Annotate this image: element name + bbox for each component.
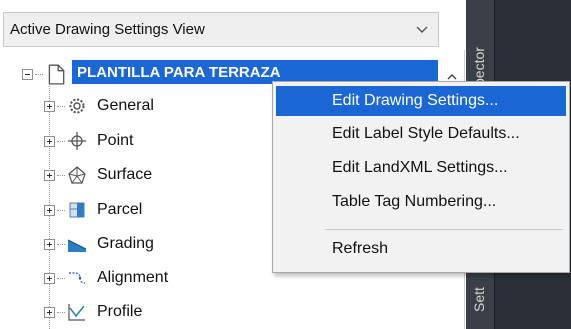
tree-item-surface[interactable]: Surface	[44, 163, 152, 187]
tree-connector	[57, 243, 65, 245]
tree-connector	[57, 277, 65, 279]
view-selector-dropdown[interactable]: Active Drawing Settings View	[3, 12, 439, 47]
tree-item-general[interactable]: General	[44, 94, 154, 118]
tree-item-alignment[interactable]: Alignment	[44, 266, 168, 290]
tree-item-parcel[interactable]: Parcel	[44, 198, 142, 222]
tree-connector	[35, 73, 43, 75]
profile-icon	[68, 304, 85, 321]
expand-toggle[interactable]	[44, 272, 55, 284]
tree-connector	[57, 174, 65, 176]
point-icon	[68, 132, 86, 150]
expand-toggle[interactable]	[44, 100, 55, 112]
expand-toggle[interactable]	[44, 204, 55, 216]
tree-item-grading[interactable]: Grading	[44, 232, 154, 256]
expand-toggle[interactable]	[44, 306, 55, 318]
tree-connector	[57, 311, 65, 313]
tree-item-label: Profile	[97, 303, 143, 320]
tree-root-row[interactable]	[22, 62, 67, 86]
tab-settings-label: Sett	[471, 287, 487, 312]
menu-item-edit-drawing-settings[interactable]: Edit Drawing Settings...	[276, 86, 566, 116]
collapse-toggle[interactable]	[22, 68, 33, 80]
menu-item-edit-landxml-settings[interactable]: Edit LandXML Settings...	[276, 153, 566, 183]
tree-item-label: General	[97, 97, 154, 114]
alignment-icon	[69, 272, 86, 284]
menu-separator	[325, 229, 563, 230]
tree-item-label: Alignment	[97, 269, 169, 286]
expand-toggle[interactable]	[44, 135, 55, 147]
chevron-down-icon	[416, 26, 428, 33]
tree-item-label: Surface	[97, 166, 153, 183]
tree-connector	[57, 140, 65, 142]
surface-icon	[68, 166, 86, 184]
document-icon	[48, 64, 65, 85]
context-menu: Edit Drawing Settings... Edit Label Styl…	[272, 81, 570, 273]
grading-icon	[67, 239, 87, 252]
tree-item-label: Grading	[97, 235, 154, 252]
menu-item-table-tag-numbering[interactable]: Table Tag Numbering...	[276, 187, 566, 217]
expand-toggle[interactable]	[44, 169, 55, 181]
gear-icon	[69, 98, 85, 114]
expand-toggle[interactable]	[44, 238, 55, 250]
tree-item-point[interactable]: Point	[44, 129, 133, 153]
tree-connector	[57, 105, 65, 107]
tree-item-label: Parcel	[97, 201, 143, 218]
tree-item-profile[interactable]: Profile	[44, 300, 142, 324]
tree-item-label: Point	[97, 132, 134, 149]
tree-connector	[57, 209, 65, 211]
parcel-icon	[69, 202, 85, 218]
view-selector-value: Active Drawing Settings View	[10, 21, 205, 38]
menu-item-refresh[interactable]: Refresh	[276, 234, 566, 264]
menu-item-edit-label-style-defaults[interactable]: Edit Label Style Defaults...	[276, 119, 566, 149]
